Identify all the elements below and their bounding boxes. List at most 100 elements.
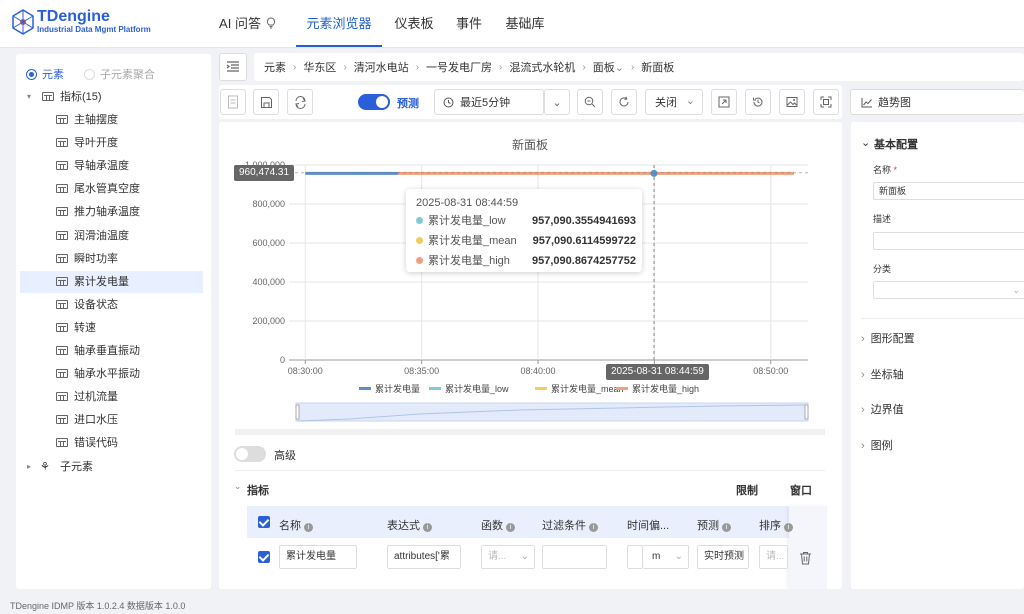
- panel-name-input[interactable]: 新面板: [873, 182, 1024, 200]
- config-section-title: 坐标轴: [870, 368, 904, 381]
- tree-item[interactable]: 设备状态: [20, 294, 203, 316]
- tab-library[interactable]: 基础库: [498, 0, 552, 47]
- tree-item[interactable]: 导叶开度: [20, 132, 203, 154]
- history-button[interactable]: [745, 89, 771, 115]
- predict-select[interactable]: 实时预测: [697, 545, 749, 569]
- tree-item[interactable]: 主轴摆度: [20, 109, 203, 131]
- export-button[interactable]: [711, 89, 737, 115]
- collapse-sidebar-button[interactable]: [219, 53, 247, 81]
- tree-item[interactable]: 瞬时功率: [20, 248, 203, 270]
- info-icon[interactable]: i: [589, 523, 598, 532]
- config-section-header[interactable]: › 坐标轴: [861, 366, 1024, 388]
- breadcrumb-item[interactable]: 混流式水轮机: [509, 59, 575, 75]
- chevron-right-icon: ›: [861, 333, 865, 345]
- breadcrumb-item[interactable]: 新面板: [641, 59, 674, 75]
- info-icon[interactable]: i: [304, 523, 313, 532]
- metric-name-input[interactable]: 累计发电量: [279, 545, 357, 569]
- tree-item[interactable]: 过机流量: [20, 386, 203, 408]
- info-icon[interactable]: i: [423, 523, 432, 532]
- tree-item[interactable]: 转速: [20, 317, 203, 339]
- auto-refresh-select[interactable]: 关闭 ⌄: [645, 89, 703, 115]
- radio-aggregate-label[interactable]: 子元素聚合: [100, 66, 155, 82]
- caret-down-icon[interactable]: ▾: [27, 86, 31, 108]
- sort-select[interactable]: 请...: [759, 545, 788, 569]
- tree-item-label: 设备状态: [74, 298, 118, 311]
- tab-events[interactable]: 事件: [448, 0, 490, 47]
- category-select[interactable]: ⌄: [873, 281, 1024, 299]
- tree-item[interactable]: 润滑油温度: [20, 225, 203, 247]
- legend-swatch: [535, 387, 547, 390]
- tree-item[interactable]: 轴承垂直振动: [20, 340, 203, 362]
- chart-divider: [235, 429, 825, 435]
- time-unit-value: m: [652, 551, 661, 562]
- tree-item[interactable]: 导轴承温度: [20, 155, 203, 177]
- delete-icon[interactable]: [799, 551, 812, 565]
- chevron-down-icon[interactable]: ⌄: [861, 136, 870, 149]
- tree-item-label: 轴承水平振动: [74, 368, 140, 381]
- tree-item[interactable]: 推力轴承温度: [20, 201, 203, 223]
- tooltip-marker: [416, 217, 423, 224]
- tab-element-browser[interactable]: 元素浏览器: [296, 0, 382, 47]
- breadcrumb-item[interactable]: 面板: [593, 59, 615, 75]
- trend-chart[interactable]: 新面板0200,000400,000600,000800,0001,000,00…: [219, 122, 842, 452]
- tooltip-row: 累计发电量_high 957,090.8674257752: [416, 253, 636, 269]
- breadcrumb-item[interactable]: 华东区: [303, 59, 336, 75]
- tree-item[interactable]: 进口水压: [20, 409, 203, 431]
- time-unit-select[interactable]: m ⌄: [643, 545, 689, 569]
- chevron-right-icon: ›: [415, 61, 420, 73]
- tree-item[interactable]: 错误代码: [20, 432, 203, 454]
- radio-aggregate[interactable]: [84, 68, 95, 80]
- tree-item[interactable]: 尾水管真空度: [20, 178, 203, 200]
- metrics-section-title[interactable]: 指标: [247, 482, 269, 498]
- function-select[interactable]: 请... ⌄: [481, 545, 535, 569]
- zoom-out-button[interactable]: [577, 89, 603, 115]
- row-checkbox[interactable]: [258, 551, 270, 563]
- new-doc-button[interactable]: [220, 89, 246, 115]
- reset-button[interactable]: [287, 89, 313, 115]
- tree-item[interactable]: 累计发电量: [20, 270, 203, 293]
- breadcrumb-item[interactable]: 一号发电厂房: [426, 59, 492, 75]
- crosshair-x-label: 2025-08-31 08:44:59: [606, 364, 709, 380]
- config-section-header[interactable]: › 图形配置: [861, 330, 1024, 352]
- image-icon: [786, 97, 798, 107]
- time-range-select[interactable]: 最近5分钟: [434, 89, 544, 115]
- caret-right-icon[interactable]: ▸: [27, 456, 31, 478]
- tooltip-marker: [416, 257, 423, 264]
- info-icon[interactable]: i: [506, 523, 515, 532]
- time-offset-input[interactable]: [627, 545, 643, 569]
- tree-item[interactable]: 轴承水平振动: [20, 363, 203, 385]
- tree-group-metrics[interactable]: 指标(15) ▾: [20, 86, 203, 108]
- advanced-toggle[interactable]: [234, 446, 266, 462]
- save-button[interactable]: [253, 89, 279, 115]
- tab-dashboard[interactable]: 仪表板: [386, 0, 442, 47]
- chevron-down-icon[interactable]: ⌄: [234, 481, 242, 492]
- chevron-down-icon[interactable]: ⌄: [615, 61, 624, 74]
- filter-condition-input[interactable]: [542, 545, 607, 569]
- chart-type-select[interactable]: 趋势图: [850, 89, 1024, 115]
- config-section-title: 图形配置: [870, 333, 915, 345]
- info-icon[interactable]: i: [784, 523, 793, 532]
- breadcrumb-item[interactable]: 清河水电站: [354, 59, 409, 75]
- breadcrumb-item[interactable]: 元素: [264, 59, 286, 75]
- config-section-header[interactable]: › 边界值: [861, 401, 1024, 423]
- refresh-button[interactable]: [611, 89, 637, 115]
- description-input[interactable]: [873, 232, 1024, 250]
- config-section-header[interactable]: › 图例: [861, 437, 1024, 459]
- limit-tab[interactable]: 限制: [736, 482, 758, 498]
- tree-group-children[interactable]: 子元素 ▸ ⚘: [20, 456, 203, 478]
- time-range-dropdown-button[interactable]: ⌄: [544, 89, 570, 115]
- select-all-checkbox[interactable]: [258, 516, 270, 528]
- radio-elements-label[interactable]: 元素: [42, 66, 64, 82]
- tab-ai-qa[interactable]: AI 问答: [212, 0, 284, 47]
- window-tab[interactable]: 窗口: [790, 482, 812, 498]
- info-icon[interactable]: i: [722, 523, 731, 532]
- image-button[interactable]: [779, 89, 805, 115]
- fullscreen-button[interactable]: [813, 89, 839, 115]
- basic-config-title[interactable]: 基本配置: [874, 136, 918, 152]
- radio-elements[interactable]: [26, 68, 37, 80]
- logo[interactable]: TDengine Industrial Data Mgmt Platform: [12, 8, 151, 35]
- metric-expression-input[interactable]: attributes['累: [387, 545, 461, 569]
- column-header: 函数 i: [481, 517, 515, 533]
- predict-toggle[interactable]: [358, 94, 390, 110]
- tree-item-label: 推力轴承温度: [74, 206, 140, 219]
